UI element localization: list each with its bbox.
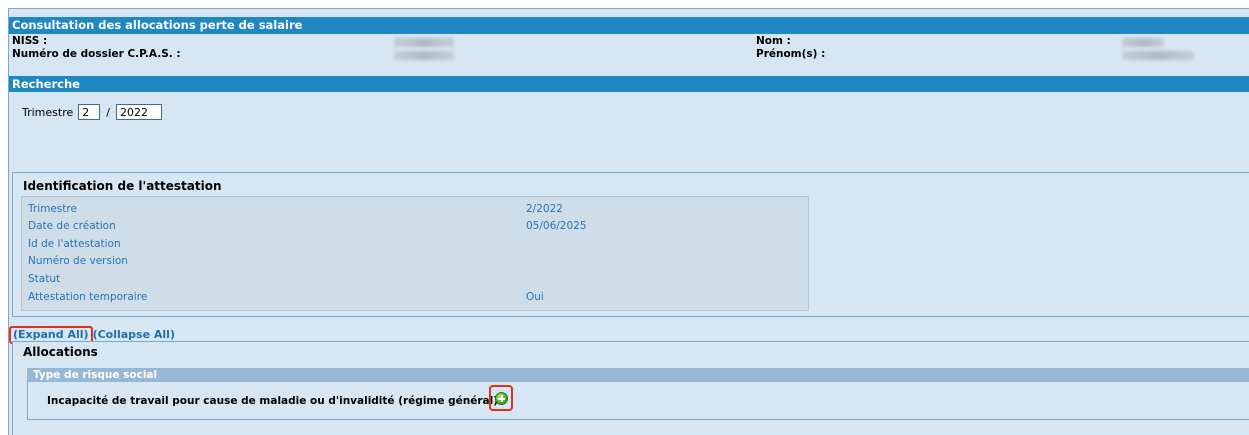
attestation-identification-panel: Identification de l'attestation Trimestr… bbox=[12, 172, 1249, 317]
detail-label-version: Numéro de version bbox=[28, 255, 128, 267]
attestation-details-table: Trimestre 2/2022 Date de création 05/06/… bbox=[21, 196, 809, 311]
trimestre-separator: / bbox=[106, 105, 110, 119]
risk-type-row: Incapacité de travail pour cause de mala… bbox=[27, 382, 1249, 420]
prenom-value-redacted bbox=[1122, 51, 1194, 60]
attestation-identification-title: Identification de l'attestation bbox=[23, 179, 222, 193]
detail-value-temporaire: Oui bbox=[526, 291, 544, 303]
detail-label-statut: Statut bbox=[28, 273, 61, 285]
page-title: Consultation des allocations perte de sa… bbox=[9, 17, 1249, 34]
niss-label: NISS : bbox=[12, 35, 48, 47]
search-section-title: Recherche bbox=[9, 76, 1249, 92]
prenom-label: Prénom(s) : bbox=[756, 48, 826, 60]
person-info: NISS : Numéro de dossier C.P.A.S. : Nom … bbox=[9, 35, 1249, 75]
nom-value-redacted bbox=[1122, 38, 1164, 47]
detail-value-trimestre: 2/2022 bbox=[526, 203, 563, 215]
dossier-value-redacted bbox=[394, 51, 454, 60]
risk-type-header: Type de risque social bbox=[27, 368, 1249, 382]
detail-label-temporaire: Attestation temporaire bbox=[28, 291, 148, 303]
detail-value-date-creation: 05/06/2025 bbox=[526, 220, 587, 232]
dossier-label: Numéro de dossier C.P.A.S. : bbox=[12, 48, 181, 60]
trimestre-input[interactable] bbox=[78, 104, 101, 120]
niss-value-redacted bbox=[394, 38, 454, 47]
detail-label-id: Id de l'attestation bbox=[28, 238, 121, 250]
expand-item-button[interactable] bbox=[489, 385, 513, 411]
year-input[interactable] bbox=[115, 104, 162, 120]
detail-label-date-creation: Date de création bbox=[28, 220, 116, 232]
detail-label-trimestre: Trimestre bbox=[28, 203, 77, 215]
trimestre-label: Trimestre bbox=[22, 105, 74, 119]
search-form: Trimestre / bbox=[22, 104, 162, 120]
risk-type-label: Incapacité de travail pour cause de mala… bbox=[47, 395, 499, 407]
plus-circle-icon bbox=[494, 391, 508, 405]
allocations-title: Allocations bbox=[23, 345, 98, 359]
allocations-panel: Allocations Type de risque social Incapa… bbox=[12, 341, 1249, 435]
nom-label: Nom : bbox=[756, 35, 791, 47]
